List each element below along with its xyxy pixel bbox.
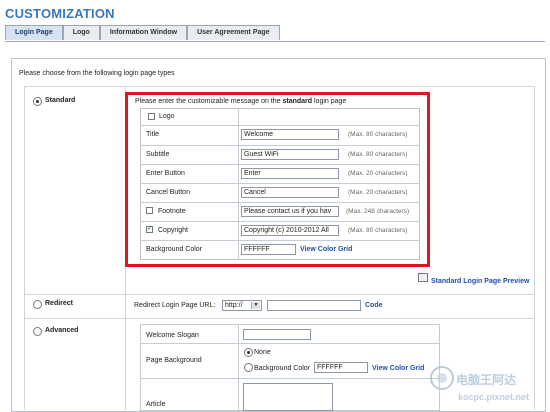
divider: [24, 86, 534, 87]
copyright-max: (Max. 80 characters): [348, 227, 408, 234]
enter-button-label: Enter Button: [146, 170, 185, 177]
divider: [238, 108, 239, 260]
bg-color-input[interactable]: FFFFFF: [314, 362, 368, 373]
divider: [238, 324, 239, 411]
advanced-label: Advanced: [45, 327, 79, 334]
redirect-radio[interactable]: [33, 300, 42, 309]
footnote-input[interactable]: Please contact us if you hav: [241, 206, 339, 217]
tab-underline: [5, 41, 545, 42]
divider: [24, 294, 534, 295]
subtitle-label: Subtitle: [146, 151, 170, 158]
copyright-checkbox[interactable]: [146, 224, 153, 233]
copyright-label: Copyright: [158, 227, 188, 234]
standard-radio[interactable]: [33, 97, 42, 106]
divider: [140, 240, 420, 241]
subtitle-input[interactable]: Guest WiFi: [241, 149, 339, 160]
protocol-select[interactable]: http:// ▼: [222, 300, 262, 311]
footnote-max: (Max. 248 characters): [346, 208, 410, 215]
footnote-label: Footnote: [158, 208, 186, 215]
enter-button-max: (Max. 20 characters): [348, 170, 408, 177]
advanced-radio[interactable]: [33, 327, 42, 336]
bg-color-radio[interactable]: [244, 363, 253, 372]
subtitle-max: (Max. 80 characters): [348, 151, 408, 158]
background-color-label: Background Color: [146, 246, 203, 253]
tab-bar: Login Page Logo Information Window User …: [5, 25, 280, 41]
logo-label: Logo: [159, 113, 175, 120]
watermark-icon: 电脑王阿达 kocpc.pixnet.net: [430, 366, 529, 402]
standard-heading: Please enter the customizable message on…: [135, 98, 346, 105]
divider: [140, 164, 420, 165]
logo-checkbox[interactable]: [148, 113, 155, 120]
article-textarea[interactable]: [243, 383, 333, 411]
background-color-input[interactable]: FFFFFF: [241, 244, 296, 255]
divider: [24, 86, 25, 410]
intro-text: Please choose from the following login p…: [19, 70, 175, 77]
cancel-button-max: (Max. 20 characters): [348, 189, 408, 196]
enter-button-input[interactable]: Enter: [241, 168, 339, 179]
divider: [140, 183, 420, 184]
tab-logo[interactable]: Logo: [62, 25, 100, 40]
protocol-select-value: http://: [225, 302, 243, 309]
standard-heading-bold: standard: [282, 98, 313, 105]
title-input[interactable]: Welcome: [241, 129, 339, 140]
tab-user-agreement-page[interactable]: User Agreement Page: [187, 25, 280, 40]
chevron-down-icon: ▼: [251, 302, 260, 309]
standard-preview-link[interactable]: Standard Login Page Preview: [431, 278, 529, 285]
title-max: (Max. 80 characters): [348, 131, 408, 138]
standard-heading-prefix: Please enter the customizable message on…: [135, 98, 283, 105]
code-link[interactable]: Code: [365, 302, 383, 309]
redirect-url-label: Redirect Login Page URL:: [134, 302, 216, 309]
tab-information-window[interactable]: Information Window: [99, 25, 188, 40]
tab-login-page[interactable]: Login Page: [5, 25, 63, 40]
welcome-slogan-input[interactable]: [243, 329, 311, 340]
divider: [140, 202, 420, 203]
view-color-grid-link[interactable]: View Color Grid: [300, 246, 352, 253]
title-label: Title: [146, 131, 159, 138]
redirect-label: Redirect: [45, 300, 74, 307]
divider: [140, 145, 420, 146]
advanced-view-color-grid-link[interactable]: View Color Grid: [372, 365, 424, 372]
monitor-icon: [418, 273, 428, 282]
standard-label: Standard: [45, 97, 76, 104]
page-background-label: Page Background: [146, 357, 202, 364]
article-label: Article: [146, 401, 166, 408]
bg-none-radio[interactable]: [244, 348, 253, 357]
watermark-url: kocpc.pixnet.net: [458, 392, 529, 402]
watermark-text: 电脑王阿达: [456, 372, 516, 387]
divider: [140, 343, 440, 344]
divider: [140, 378, 440, 379]
cancel-button-label: Cancel Button: [146, 189, 190, 196]
bg-none-label: None: [254, 349, 271, 356]
divider: [140, 125, 420, 126]
watermark-logo: 电脑王阿达 kocpc.pixnet.net: [428, 360, 548, 408]
cancel-button-input[interactable]: Cancel: [241, 187, 339, 198]
footnote-checkbox[interactable]: [146, 207, 153, 214]
welcome-slogan-label: Welcome Slogan: [146, 332, 199, 339]
divider: [24, 318, 534, 319]
divider: [140, 221, 420, 222]
redirect-url-input[interactable]: [267, 300, 361, 311]
page-title: CUSTOMIZATION: [5, 6, 115, 21]
bg-color-label: Background Color: [254, 365, 311, 372]
standard-heading-suffix: login page: [312, 98, 347, 105]
copyright-input[interactable]: Copyright (c) 2010-2012 All: [241, 225, 339, 236]
